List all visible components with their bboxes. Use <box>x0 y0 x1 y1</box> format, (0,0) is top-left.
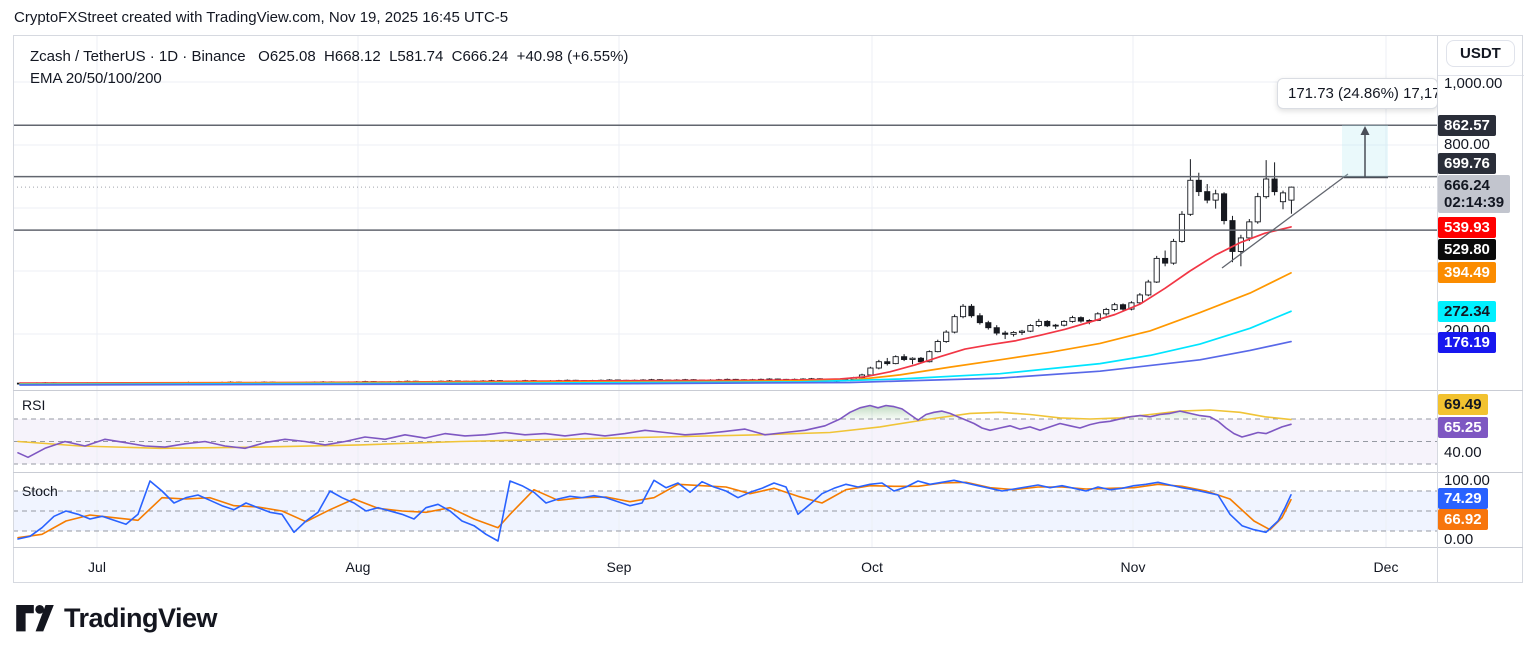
price-axis-badge: 394.49 <box>1438 262 1496 283</box>
price-axis-badge: 66.92 <box>1438 509 1488 530</box>
measure-tooltip: 171.73 (24.86%) 17,173 <box>1277 78 1438 109</box>
tradingview-mark-icon <box>16 605 54 632</box>
tradingview-wordmark: TradingView <box>64 603 217 634</box>
price-axis-badge: 539.93 <box>1438 217 1496 238</box>
price-axis-label: 40.00 <box>1444 444 1482 461</box>
price-axis-badge: 272.34 <box>1438 301 1496 322</box>
measure-tooltip-text: 171.73 (24.86%) 17,173 <box>1288 85 1438 102</box>
price-axis-badge: 65.25 <box>1438 417 1488 438</box>
symbol-legend: Zcash / TetherUS · 1D · Binance O625.08 … <box>30 46 628 90</box>
tradingview-logo[interactable]: TradingView <box>16 603 217 634</box>
price-axis-badge: 666.2402:14:39 <box>1438 175 1510 213</box>
price-axis-badge: 69.49 <box>1438 394 1488 415</box>
currency-toggle-button[interactable]: USDT <box>1446 40 1515 67</box>
price-axis[interactable]: USDT 1,000.00800.00200.0040.00100.000.00… <box>1437 35 1524 583</box>
price-axis-badge: 699.76 <box>1438 153 1496 174</box>
price-axis-badge: 862.57 <box>1438 115 1496 136</box>
price-axis-label: 800.00 <box>1444 136 1490 153</box>
price-axis-label: 100.00 <box>1444 472 1490 489</box>
price-axis-badge: 176.19 <box>1438 332 1496 353</box>
attribution-note: CryptoFXStreet created with TradingView.… <box>14 9 508 26</box>
price-axis-badge: 74.29 <box>1438 488 1488 509</box>
symbol-title-row[interactable]: Zcash / TetherUS · 1D · Binance O625.08 … <box>30 46 628 68</box>
ema-legend-row[interactable]: EMA 20/50/100/200 <box>30 68 628 90</box>
price-axis-label: 0.00 <box>1444 531 1473 548</box>
price-axis-badge: 529.80 <box>1438 239 1496 260</box>
rsi-pane-label[interactable]: RSI <box>22 397 45 413</box>
price-axis-label: 1,000.00 <box>1444 75 1502 92</box>
stoch-pane-label[interactable]: Stoch <box>22 483 58 499</box>
screenshot-root: CryptoFXStreet created with TradingView.… <box>0 0 1536 662</box>
